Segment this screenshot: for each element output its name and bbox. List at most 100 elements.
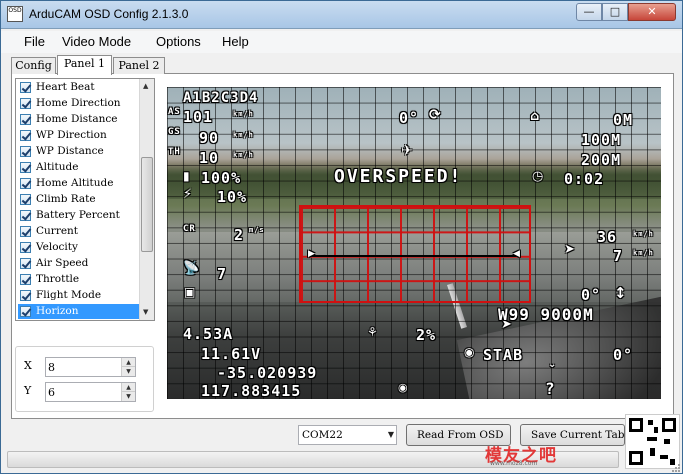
title-bar[interactable]: OSD ArduCAM OSD Config 2.1.3.0 — □ ✕: [1, 1, 682, 29]
checkbox[interactable]: [20, 274, 31, 285]
list-scrollbar[interactable]: ▲ ▼: [139, 79, 154, 320]
list-item-label: Flight Mode: [36, 289, 102, 301]
tab-panel-2[interactable]: Panel 2: [113, 57, 165, 74]
chevron-down-icon[interactable]: ▼: [388, 426, 394, 444]
osd-wind-dir: 7: [613, 247, 624, 265]
osd-waypoint: W99 9000M: [498, 305, 594, 324]
tab-config[interactable]: Config: [11, 57, 56, 74]
list-item-current[interactable]: Current: [18, 224, 139, 239]
list-item-throttle[interactable]: Throttle: [18, 272, 139, 287]
chevron-down-icon: ⌄: [548, 359, 557, 370]
rotate-icon: ⟳: [429, 107, 441, 123]
checkbox[interactable]: [20, 162, 31, 173]
wind-arrow-icon: ➤: [564, 242, 575, 257]
list-item-label: Home Distance: [36, 113, 118, 125]
list-item-wp-direction[interactable]: WP Direction: [18, 128, 139, 143]
x-label: X: [24, 359, 32, 372]
scroll-down-icon[interactable]: ▼: [143, 308, 148, 316]
checkbox[interactable]: [20, 242, 31, 253]
lightning-icon: ⚡: [183, 187, 193, 202]
osd-flight-mode: STAB: [483, 346, 524, 364]
osd-rssi: 2%: [416, 326, 437, 344]
list-item-heart-beat[interactable]: Heart Beat: [18, 80, 139, 95]
x-stepper[interactable]: ▲ ▼: [45, 357, 136, 377]
x-up-icon[interactable]: ▲: [121, 358, 135, 367]
gps-icon: ◉: [398, 381, 408, 394]
checkbox[interactable]: [20, 194, 31, 205]
osd-throttle: 10%: [217, 188, 248, 206]
osd-battery-percent: 100%: [201, 169, 242, 187]
list-item-wp-distance[interactable]: WP Distance: [18, 144, 139, 159]
osd-airspeed-prefix: AS: [168, 107, 181, 117]
checkbox[interactable]: [20, 258, 31, 269]
list-item-climb-rate[interactable]: Climb Rate: [18, 192, 139, 207]
close-button[interactable]: ✕: [628, 3, 676, 21]
minimize-button[interactable]: —: [576, 3, 602, 21]
checkbox[interactable]: [20, 226, 31, 237]
osd-wind-speed: 36: [597, 228, 618, 246]
list-item-home-distance[interactable]: Home Distance: [18, 112, 139, 127]
checkbox[interactable]: [20, 130, 31, 141]
window-title: ArduCAM OSD Config 2.1.3.0: [29, 7, 189, 21]
tab-panel-1[interactable]: Panel 1: [57, 55, 112, 75]
maximize-button[interactable]: □: [602, 3, 628, 21]
list-item-label: Battery Percent: [36, 209, 120, 221]
list-item-home-altitude[interactable]: Home Altitude: [18, 176, 139, 191]
resize-grip-icon[interactable]: [669, 461, 681, 473]
checkbox[interactable]: [20, 210, 31, 221]
osd-home-distance: 0M: [613, 111, 634, 129]
list-item-label: Velocity: [36, 241, 78, 253]
y-input[interactable]: [48, 384, 120, 400]
list-item-air-speed[interactable]: Air Speed: [18, 256, 139, 271]
osd-preview[interactable]: ▶ ◀ A1B2C3D4 AS 101 km/h GS 90 km/h TH 1…: [167, 87, 661, 399]
com-port-select[interactable]: COM22 ▼: [298, 425, 397, 445]
osd-groundspeed-prefix: GS: [168, 127, 181, 137]
scroll-up-icon[interactable]: ▲: [143, 82, 148, 90]
horizon-panel-box[interactable]: [299, 205, 531, 303]
pitch-arrow-icon: ↕: [614, 284, 627, 302]
scrollbar-thumb[interactable]: [141, 157, 153, 252]
list-item-label: Home Altitude: [36, 177, 114, 189]
checkbox[interactable]: [20, 114, 31, 125]
list-item-altitude[interactable]: Altitude: [18, 160, 139, 175]
x-input[interactable]: [48, 359, 120, 375]
checkbox[interactable]: [20, 98, 31, 109]
osd-latitude: -35.020939: [217, 364, 318, 382]
list-item-label: Current: [36, 225, 79, 237]
menu-help[interactable]: Help: [222, 34, 249, 49]
checkbox[interactable]: [20, 178, 31, 189]
osd-groundspeed: 90: [199, 129, 220, 147]
checkbox[interactable]: [20, 290, 31, 301]
watermark-url: www.moz8.com: [490, 460, 538, 467]
menu-file[interactable]: File: [24, 34, 45, 49]
list-item-home-direction[interactable]: Home Direction: [18, 96, 139, 111]
osd-home-altitude: 100M: [581, 131, 622, 149]
checkbox[interactable]: [20, 306, 31, 317]
osd-heading: 0°: [399, 109, 420, 127]
list-item-flight-mode[interactable]: Flight Mode: [18, 288, 139, 303]
menu-options[interactable]: Options: [156, 34, 201, 49]
y-stepper[interactable]: ▲ ▼: [45, 382, 136, 402]
osd-unknown-glyph: ?: [545, 379, 556, 398]
y-down-icon[interactable]: ▼: [121, 392, 135, 401]
list-item-label: WP Direction: [36, 129, 107, 141]
list-item-battery-percent[interactable]: Battery Percent: [18, 208, 139, 223]
osd-altitude: 200M: [581, 151, 622, 169]
osd-wind-unit: km/h: [633, 230, 654, 238]
panel-checklist[interactable]: Heart Beat Home Direction Home Distance …: [15, 78, 155, 321]
list-item-label: Home Direction: [36, 97, 121, 109]
osd-pitch: 0°: [581, 286, 602, 304]
checkbox[interactable]: [20, 146, 31, 157]
list-item-velocity[interactable]: Velocity: [18, 240, 139, 255]
y-up-icon[interactable]: ▲: [121, 383, 135, 392]
menu-video-mode[interactable]: Video Mode: [62, 34, 131, 49]
x-down-icon[interactable]: ▼: [121, 367, 135, 376]
osd-longitude: 117.883415: [201, 382, 302, 399]
osd-airspeed-unit: km/h: [233, 110, 254, 118]
osd-throttle-prefix: TH: [168, 147, 181, 157]
checkbox[interactable]: [20, 82, 31, 93]
osd-overspeed: OVERSPEED!: [334, 166, 463, 187]
list-item-horizon[interactable]: Horizon: [18, 304, 139, 319]
osd-climb-prefix: CR: [183, 224, 196, 234]
list-item-label: Horizon: [36, 305, 79, 317]
